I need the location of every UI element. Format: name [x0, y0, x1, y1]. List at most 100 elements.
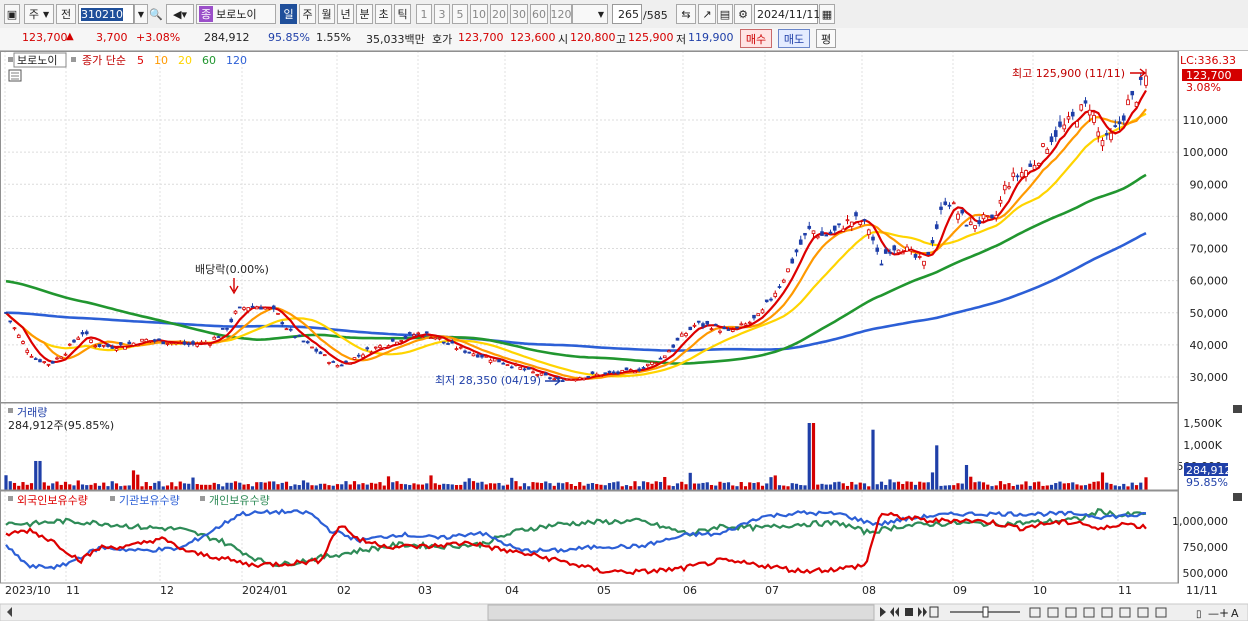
- low-note: 최저 28,350 (04/19): [435, 374, 541, 387]
- interval-button-20[interactable]: 20: [490, 4, 508, 24]
- candle-body: [582, 377, 586, 381]
- x-axis-label: 08: [862, 584, 876, 597]
- flow-y-tick: 1,000,000: [1172, 515, 1228, 528]
- compare-icon[interactable]: ⇆: [676, 4, 696, 24]
- interval-button-5[interactable]: 5: [452, 4, 468, 24]
- interval-button-3[interactable]: 3: [434, 4, 450, 24]
- candle-body: [1144, 75, 1148, 86]
- candle-body: [1058, 121, 1062, 127]
- volume-pct-tag: 95.85%: [1186, 476, 1228, 489]
- date-input[interactable]: 2024/11/11: [754, 4, 820, 24]
- candle-body: [658, 357, 663, 360]
- buy-button[interactable]: 매수: [740, 29, 772, 48]
- plus-icon[interactable]: +: [1219, 606, 1229, 620]
- interval-button-30[interactable]: 30: [510, 4, 528, 24]
- code-dropdown-icon[interactable]: ▼: [134, 4, 148, 24]
- candle-body: [331, 361, 336, 363]
- period-button-2[interactable]: 월: [318, 4, 335, 24]
- period-button-5[interactable]: 초: [375, 4, 392, 24]
- volume-bar: [63, 481, 68, 490]
- interval-button-60[interactable]: 60: [530, 4, 548, 24]
- candle-body: [981, 214, 986, 220]
- draw-line-icon[interactable]: ↗: [698, 4, 716, 24]
- volume-bar: [259, 482, 263, 490]
- interval-button-10[interactable]: 10: [470, 4, 488, 24]
- volume-bar: [726, 482, 731, 490]
- volume-bar: [909, 481, 913, 490]
- candle-body: [63, 353, 68, 356]
- gear-icon[interactable]: ⚙: [734, 4, 752, 24]
- candle-body: [747, 321, 752, 324]
- volume-bar: [399, 483, 403, 490]
- volume-bar: [425, 483, 429, 490]
- candle-body: [977, 220, 982, 225]
- candle-body: [956, 213, 960, 220]
- prev-button[interactable]: 전: [56, 4, 76, 24]
- period-button-0[interactable]: 일: [280, 4, 297, 24]
- volume-bar: [799, 485, 803, 490]
- volume-bar: [34, 460, 38, 490]
- stock-chart[interactable]: 배당락(0.00%) 최고 125,900 (11/11) 최저 28,350 (0…: [0, 51, 1248, 621]
- font-size-icon[interactable]: A: [1231, 607, 1239, 620]
- volume-bar: [463, 481, 467, 490]
- candle-body: [322, 354, 327, 357]
- stop-icon[interactable]: [905, 608, 913, 616]
- calendar-icon[interactable]: ▦: [819, 4, 835, 24]
- minute-select[interactable]: ▼: [572, 4, 608, 24]
- volume-bar: [1134, 485, 1139, 490]
- count-input[interactable]: 265: [612, 4, 642, 24]
- volume-bar: [361, 483, 365, 490]
- volume-bar: [820, 483, 824, 490]
- stock-code-input[interactable]: 310210: [78, 4, 134, 24]
- volume-bar: [709, 484, 714, 490]
- volume-bar: [420, 484, 425, 490]
- candle-body: [841, 228, 846, 232]
- volume-bar: [136, 474, 140, 490]
- single-view-icon[interactable]: ▯: [1196, 609, 1202, 620]
- period-button-1[interactable]: 주: [299, 4, 316, 24]
- volume-bar: [743, 486, 748, 490]
- period-button-4[interactable]: 분: [356, 4, 373, 24]
- candle-body: [790, 258, 795, 264]
- window-menu-icon[interactable]: ▣: [4, 4, 20, 24]
- volume-bar: [926, 482, 930, 490]
- volume-bar: [841, 483, 845, 490]
- volume-bar: [1045, 485, 1049, 490]
- interval-button-1[interactable]: 1: [416, 4, 432, 24]
- volume-bar: [408, 484, 412, 490]
- period-button-6[interactable]: 틱: [394, 4, 411, 24]
- candle-body: [786, 268, 790, 273]
- minus-icon[interactable]: —: [1208, 607, 1219, 620]
- volume-pane-close-icon[interactable]: [1233, 405, 1242, 413]
- zoom-slider-handle[interactable]: [982, 606, 989, 618]
- candle-body: [101, 344, 106, 347]
- candle-body: [905, 246, 909, 252]
- average-button[interactable]: 평: [816, 29, 836, 48]
- candle-body: [467, 351, 472, 354]
- volume-bar: [561, 483, 565, 490]
- stock-name-box[interactable]: 종 보로노이: [196, 4, 276, 24]
- flow-pane-close-icon[interactable]: [1233, 493, 1242, 501]
- volume-bar: [289, 486, 293, 490]
- volume-bar: [518, 486, 522, 490]
- candle-body: [934, 224, 939, 229]
- candle-body: [531, 371, 535, 374]
- volume-ratio: 95.85%: [268, 31, 310, 44]
- up-arrow-icon: ▲: [66, 31, 74, 42]
- candle-body: [909, 249, 914, 252]
- period-button-3[interactable]: 년: [337, 4, 354, 24]
- sell-button[interactable]: 매도: [778, 29, 810, 48]
- volume-bar: [12, 482, 17, 490]
- x-axis-label: 05: [597, 584, 611, 597]
- scrollbar-thumb[interactable]: [487, 604, 875, 621]
- legend-ma-20: 20: [178, 54, 192, 67]
- speaker-icon[interactable]: ◀▾: [166, 4, 194, 24]
- search-icon[interactable]: 🔍: [149, 4, 163, 24]
- interval-button-120[interactable]: 120: [550, 4, 572, 24]
- candle-body: [1126, 99, 1130, 106]
- save-icon[interactable]: ▤: [717, 4, 733, 24]
- volume-bar: [1130, 482, 1134, 490]
- candle-body: [645, 363, 650, 367]
- candle-body: [293, 336, 297, 338]
- market-select[interactable]: 주 ▼: [24, 4, 54, 24]
